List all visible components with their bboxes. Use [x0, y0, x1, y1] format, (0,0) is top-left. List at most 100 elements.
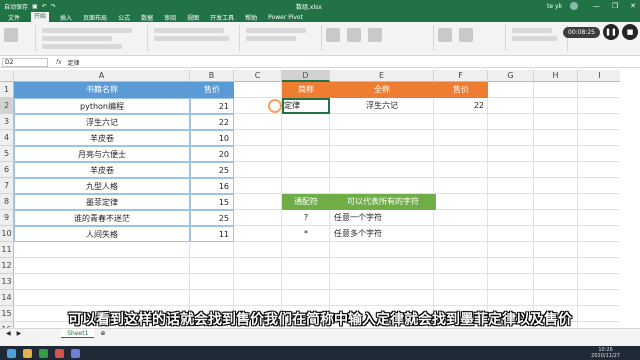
restore-icon[interactable]: ❐ — [612, 2, 618, 10]
row-header-9[interactable]: 9 — [0, 210, 14, 226]
row-header-14[interactable]: 14 — [0, 290, 14, 306]
close-icon[interactable]: ✕ — [630, 2, 636, 10]
pause-icon[interactable]: ❚❚ — [603, 24, 619, 40]
book-price-cell[interactable]: 25 — [190, 210, 234, 226]
paste-icon[interactable] — [4, 28, 18, 42]
recorder-icon[interactable] — [55, 348, 64, 358]
user-name[interactable]: te yk — [547, 3, 562, 10]
book-name-cell[interactable]: 浮生六记 — [14, 114, 190, 130]
column-header-g[interactable]: G — [488, 70, 534, 82]
book-name-cell[interactable]: 墨菲定律 — [14, 194, 190, 210]
tab-1[interactable]: 开始 — [31, 12, 50, 22]
wildcard-symbol-cell[interactable]: ? — [282, 210, 330, 226]
row-header-8[interactable]: 8 — [0, 194, 14, 210]
book-name-cell[interactable]: 谁的青春不迷茫 — [14, 210, 190, 226]
formula-input[interactable]: 定律 — [68, 58, 80, 67]
book-name-cell[interactable]: 九型人格 — [14, 178, 190, 194]
book-price-header[interactable]: 售价 — [190, 82, 234, 98]
book-price-cell[interactable]: 20 — [190, 146, 234, 162]
short-name-input[interactable]: 定律 — [282, 98, 330, 114]
tab-9[interactable]: 帮助 — [245, 13, 257, 22]
book-price-cell[interactable]: 11 — [190, 226, 234, 242]
minimize-icon[interactable]: — — [593, 2, 600, 10]
wildcard-desc-header[interactable]: 可以代表所有的字符 — [330, 194, 436, 210]
short-name-header[interactable]: 简称 — [282, 82, 330, 98]
full-name-header[interactable]: 全称 — [330, 82, 434, 98]
lookup-price-result[interactable]: 22 — [434, 98, 488, 114]
column-header-a[interactable]: A — [14, 70, 190, 82]
row-header-12[interactable]: 12 — [0, 258, 14, 274]
insert-icon[interactable] — [438, 28, 452, 42]
redo-icon[interactable]: ↷ — [51, 3, 56, 10]
book-name-cell[interactable]: 人间失格 — [14, 226, 190, 242]
column-header-h[interactable]: H — [534, 70, 578, 82]
column-header-i[interactable]: I — [578, 70, 620, 82]
sheet-tab[interactable]: Sheet1 — [61, 328, 95, 339]
name-box[interactable]: D2 — [2, 57, 48, 67]
delete-icon[interactable] — [458, 28, 473, 42]
wildcard-desc-cell[interactable]: 任意多个字符 — [330, 226, 434, 242]
row-header-6[interactable]: 6 — [0, 162, 14, 178]
row-header-4[interactable]: 4 — [0, 130, 14, 146]
row-header-3[interactable]: 3 — [0, 114, 14, 130]
row-header-1[interactable]: 1 — [0, 82, 14, 98]
gridline-col-f — [487, 82, 488, 328]
tab-0[interactable]: 文件 — [8, 13, 20, 22]
book-price-cell[interactable]: 15 — [190, 194, 234, 210]
column-header-b[interactable]: B — [190, 70, 234, 82]
book-name-cell[interactable]: 羊皮卷 — [14, 162, 190, 178]
book-price-cell[interactable]: 21 — [190, 98, 234, 114]
tab-4[interactable]: 公式 — [118, 13, 130, 22]
tab-10[interactable]: Power Pivot — [268, 14, 303, 21]
book-name-header[interactable]: 书籍名称 — [14, 82, 190, 98]
book-price-cell[interactable]: 10 — [190, 130, 234, 146]
book-price-cell[interactable]: 16 — [190, 178, 234, 194]
taskbar-clock[interactable]: 10:26 2020/11/27 — [591, 347, 620, 359]
full-name-result[interactable]: 浮生六记 — [330, 98, 434, 114]
column-header-c[interactable]: C — [234, 70, 282, 82]
title-bar: 自动保存 ▣ ↶ ↷ 数组.xlsx te yk — ❐ ✕ — [0, 0, 640, 12]
format-table-icon[interactable] — [346, 28, 361, 42]
book-name-cell[interactable]: 月亮与六便士 — [14, 146, 190, 162]
tab-5[interactable]: 数据 — [141, 13, 153, 22]
tab-7[interactable]: 视图 — [187, 13, 199, 22]
row-header-13[interactable]: 13 — [0, 274, 14, 290]
row-header-11[interactable]: 11 — [0, 242, 14, 258]
wildcard-header[interactable]: 通配符 — [282, 194, 330, 210]
row-header-10[interactable]: 10 — [0, 226, 14, 242]
prev-sheet-icon[interactable]: ◀ — [6, 330, 11, 337]
tab-2[interactable]: 插入 — [60, 13, 72, 22]
next-sheet-icon[interactable]: ▶ — [17, 330, 22, 337]
column-header-f[interactable]: F — [434, 70, 488, 82]
worksheet-grid[interactable]: ABCDEFGHIJK12345678910111213141516书籍名称售价… — [0, 70, 620, 328]
wildcard-desc-cell[interactable]: 任意一个字符 — [330, 210, 434, 226]
book-price-cell[interactable]: 22 — [190, 114, 234, 130]
book-price-cell[interactable]: 25 — [190, 162, 234, 178]
select-all-corner[interactable] — [0, 70, 14, 82]
wildcard-symbol-cell[interactable]: * — [282, 226, 330, 242]
tab-6[interactable]: 审阅 — [164, 13, 176, 22]
excel-icon[interactable] — [39, 348, 48, 358]
book-name-cell[interactable]: python编程 — [14, 98, 190, 114]
column-header-d[interactable]: D — [282, 70, 330, 82]
column-header-e[interactable]: E — [330, 70, 434, 82]
avatar[interactable] — [570, 2, 578, 10]
save-icon[interactable]: ▣ — [32, 3, 38, 10]
explorer-icon[interactable] — [23, 348, 32, 358]
start-icon[interactable] — [7, 348, 16, 358]
add-sheet-icon[interactable]: ⊕ — [100, 330, 105, 337]
tab-8[interactable]: 开发工具 — [210, 13, 234, 22]
stop-icon[interactable]: ■ — [622, 24, 638, 40]
conditional-format-icon[interactable] — [326, 28, 340, 42]
book-name-cell[interactable]: 羊皮卷 — [14, 130, 190, 146]
browser-icon[interactable] — [71, 348, 80, 358]
cell-styles-icon[interactable] — [367, 28, 382, 42]
row-header-2[interactable]: 2 — [0, 98, 14, 114]
autosave-label[interactable]: 自动保存 — [4, 2, 28, 11]
lookup-price-header[interactable]: 售价 — [434, 82, 488, 98]
fx-icon[interactable]: fx — [56, 59, 62, 66]
undo-icon[interactable]: ↶ — [42, 3, 47, 10]
tab-3[interactable]: 页面布局 — [83, 13, 107, 22]
row-header-5[interactable]: 5 — [0, 146, 14, 162]
row-header-7[interactable]: 7 — [0, 178, 14, 194]
